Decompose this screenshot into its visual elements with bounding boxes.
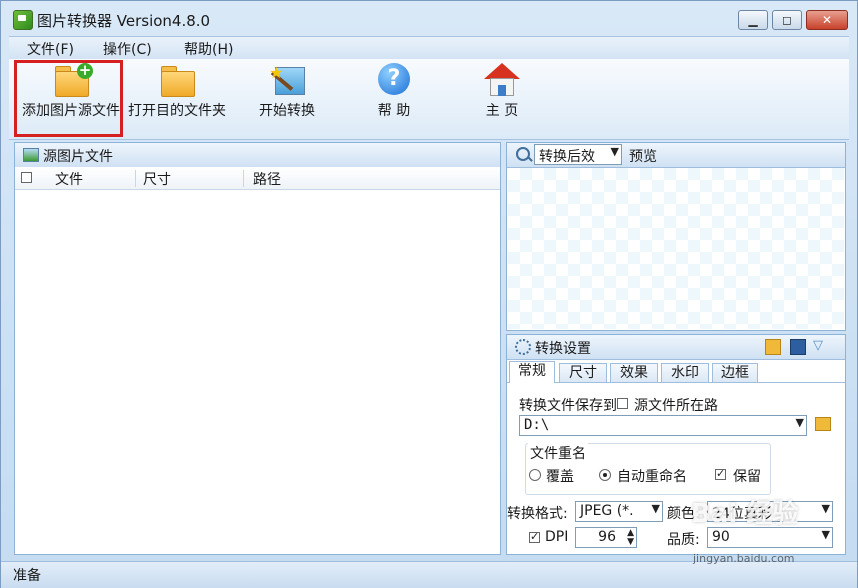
status-bar: 准备 [1, 561, 857, 588]
gear-icon [515, 339, 531, 355]
source-dir-label: 源文件所在路 [634, 398, 718, 414]
auto-rename-radio[interactable] [599, 469, 611, 481]
save-path-value: D:\ [524, 417, 550, 433]
chevron-down-icon: ▼ [795, 416, 804, 429]
save-path-select[interactable]: D:\ ▼ [519, 415, 807, 436]
stepper-arrows-icon: ▲ ▼ [627, 528, 634, 547]
settings-panel-header: 转换设置 ▽ [507, 335, 845, 360]
status-text: 准备 [13, 568, 41, 584]
preview-canvas [508, 168, 844, 329]
tab-general[interactable]: 常规 [509, 361, 555, 383]
keep-label: 保留 [733, 469, 761, 485]
browse-folder-icon[interactable] [815, 417, 831, 431]
highlight-box [14, 60, 123, 137]
source-panel-title: 源图片文件 [43, 149, 113, 165]
home-icon [484, 63, 520, 97]
open-target-label: 打开目的文件夹 [128, 103, 226, 119]
rename-group-label: 文件重名 [528, 443, 588, 463]
quality-value: 90 [712, 529, 730, 545]
select-all-checkbox[interactable] [21, 172, 32, 183]
chevron-down-icon: ▼ [821, 502, 830, 515]
watermark-logo: Bai 经验 [691, 499, 799, 529]
tab-size[interactable]: 尺寸 [559, 363, 607, 382]
source-dir-checkbox[interactable] [617, 398, 628, 409]
maximize-button[interactable]: ◻ [772, 10, 802, 30]
dpi-label: DPI [545, 529, 569, 545]
help-icon: ? [376, 63, 412, 97]
help-label: 帮 助 [377, 103, 411, 119]
tab-border[interactable]: 边框 [712, 363, 758, 382]
open-folder-icon[interactable] [765, 339, 781, 355]
open-target-button[interactable]: 打开目的文件夹 [127, 63, 227, 118]
dpi-checkbox[interactable] [529, 530, 540, 543]
chevron-down-icon: ▼ [610, 145, 619, 158]
search-icon [516, 147, 530, 161]
format-label: 转换格式: [507, 506, 568, 522]
preview-mode-value: 转换后效 [539, 149, 595, 165]
help-button[interactable]: ? 帮 助 [359, 63, 429, 118]
menu-operate[interactable]: 操作(C) [103, 39, 152, 59]
preview-panel: 转换后效 ▼ 预览 [506, 142, 846, 331]
menu-help[interactable]: 帮助(H) [184, 39, 233, 59]
menu-file[interactable]: 文件(F) [27, 39, 74, 59]
column-file[interactable]: 文件 [55, 169, 83, 189]
settings-panel-title: 转换设置 [535, 341, 591, 357]
home-label: 主 页 [485, 103, 519, 119]
app-icon [13, 10, 33, 30]
column-path[interactable]: 路径 [253, 169, 281, 189]
close-button[interactable]: ✕ [806, 10, 848, 30]
tab-watermark[interactable]: 水印 [661, 363, 709, 382]
preview-panel-header: 转换后效 ▼ 预览 [507, 143, 845, 168]
chevron-down-icon: ▼ [821, 528, 830, 541]
save-location-label: 转换文件保存到 [519, 398, 617, 414]
minimize-button[interactable]: ▁ [738, 10, 768, 30]
overwrite-radio[interactable] [529, 469, 541, 481]
collapse-icon[interactable]: ▽ [813, 338, 827, 353]
format-value: JPEG (*. [580, 503, 634, 519]
dpi-value: 96 [598, 529, 616, 545]
title-bar: 图片转换器 Version4.8.0 ▁ ◻ ✕ [1, 1, 857, 37]
overwrite-label: 覆盖 [546, 469, 574, 485]
column-size[interactable]: 尺寸 [143, 169, 171, 189]
auto-rename-label: 自动重命名 [617, 469, 687, 485]
magic-wand-icon: ★ [269, 63, 305, 97]
source-files-panel: 源图片文件 文件 尺寸 路径 [14, 142, 501, 555]
start-convert-button[interactable]: ★ 开始转换 [241, 63, 333, 118]
app-window: 图片转换器 Version4.8.0 ▁ ◻ ✕ 文件(F) 操作(C) 帮助(… [0, 0, 858, 588]
preview-label: 预览 [629, 149, 657, 165]
watermark-url: jingyan.baidu.com [693, 552, 795, 565]
save-icon[interactable] [790, 339, 806, 355]
image-icon [23, 148, 39, 162]
quality-select[interactable]: 90 ▼ [707, 527, 833, 548]
menu-bar: 文件(F) 操作(C) 帮助(H) [9, 36, 849, 59]
folder-icon [159, 63, 195, 97]
dpi-stepper[interactable]: 96 ▲ ▼ [575, 527, 637, 548]
keep-checkbox[interactable] [715, 467, 726, 480]
tab-effect[interactable]: 效果 [610, 363, 658, 382]
preview-mode-select[interactable]: 转换后效 ▼ [534, 144, 622, 165]
settings-tabs: 常规 尺寸 效果 水印 边框 [507, 360, 845, 383]
format-select[interactable]: JPEG (*. ▼ [575, 501, 663, 522]
file-list-header: 文件 尺寸 路径 [15, 167, 500, 190]
toolbar: + 添加图片源文件 打开目的文件夹 ★ 开始转换 ? 帮 助 主 页 [9, 59, 849, 140]
chevron-down-icon: ▼ [651, 502, 660, 515]
window-title: 图片转换器 Version4.8.0 [37, 12, 211, 30]
quality-label: 品质: [667, 532, 700, 548]
home-button[interactable]: 主 页 [467, 63, 537, 118]
source-panel-header: 源图片文件 [15, 143, 500, 168]
start-convert-label: 开始转换 [259, 103, 315, 119]
